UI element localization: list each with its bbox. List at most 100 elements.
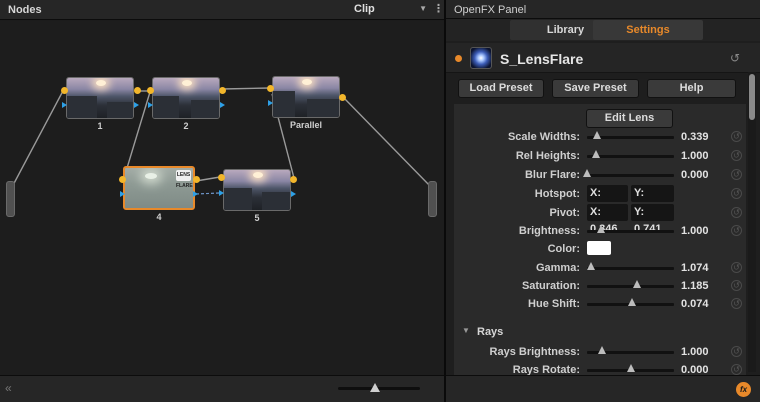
key-output-port[interactable] <box>291 191 296 197</box>
param-value[interactable]: 0.074 <box>681 298 709 310</box>
rays-rotate-slider[interactable] <box>587 364 674 372</box>
output-handle[interactable] <box>428 181 437 217</box>
color-swatch[interactable] <box>587 241 611 255</box>
node-4[interactable]: LENS FLARE <box>123 166 195 210</box>
slider-thumb[interactable] <box>596 225 605 233</box>
output-port[interactable] <box>219 87 226 94</box>
reset-param-icon[interactable]: ↺ <box>731 207 742 218</box>
reset-param-icon[interactable]: ↺ <box>731 262 742 273</box>
key-input-port[interactable] <box>62 102 67 108</box>
param-brightness: Brightness: 1.000 ↺ <box>454 222 746 240</box>
tab-settings[interactable]: Settings <box>593 20 703 40</box>
reset-param-icon[interactable]: ↺ <box>731 346 742 357</box>
clip-dropdown[interactable]: Clip ▼ <box>352 2 430 17</box>
pivot-x-field[interactable]: X: 0.346 <box>587 204 628 235</box>
slider-thumb[interactable] <box>633 280 642 288</box>
key-output-port[interactable] <box>134 102 139 108</box>
brightness-slider[interactable] <box>587 225 674 233</box>
param-hue-shift: Hue Shift: 0.074 ↺ <box>454 295 746 313</box>
param-value[interactable]: 0.000 <box>681 169 709 181</box>
rel-heights-slider[interactable] <box>587 150 674 158</box>
slider-thumb[interactable] <box>628 298 637 306</box>
slider-thumb[interactable] <box>587 262 596 270</box>
node-graph-canvas[interactable]: 1 2 Parallel LENS FLARE 4 5 <box>0 21 444 375</box>
hotspot-x-field[interactable]: X: 0.331 <box>587 185 628 216</box>
reset-param-icon[interactable]: ↺ <box>731 188 742 199</box>
hotspot-y-field[interactable]: Y: 0.673 <box>631 185 674 216</box>
param-saturation: Saturation: 1.185 ↺ <box>454 277 746 295</box>
edit-lens-button[interactable]: Edit Lens <box>586 109 673 128</box>
scrollbar-thumb[interactable] <box>749 74 755 120</box>
param-value[interactable]: 1.000 <box>681 346 709 358</box>
rays-brightness-slider[interactable] <box>587 346 674 354</box>
reset-param-icon[interactable]: ↺ <box>731 298 742 309</box>
blur-flare-slider[interactable] <box>583 169 674 177</box>
input-port[interactable] <box>61 87 68 94</box>
thumbnail-building <box>262 192 290 210</box>
source-input-handle[interactable] <box>6 181 15 217</box>
vertical-ellipsis-icon[interactable]: ⋮ <box>433 2 444 15</box>
slider-thumb[interactable] <box>591 150 600 158</box>
rays-section-header[interactable]: ▼ Rays <box>454 322 746 342</box>
param-value[interactable]: 1.074 <box>681 262 709 274</box>
slider-thumb[interactable] <box>597 346 606 354</box>
node-1-label: 1 <box>97 121 103 131</box>
reset-param-icon[interactable]: ↺ <box>731 131 742 142</box>
output-port[interactable] <box>290 176 297 183</box>
parameters-scrollbar[interactable] <box>748 72 756 372</box>
scale-widths-slider[interactable] <box>587 131 674 139</box>
key-input-port[interactable] <box>219 190 224 196</box>
load-preset-button[interactable]: Load Preset <box>458 79 544 98</box>
param-value[interactable]: 1.000 <box>681 150 709 162</box>
node-4-label: 4 <box>156 212 162 222</box>
output-port[interactable] <box>339 94 346 101</box>
output-port[interactable] <box>193 176 200 183</box>
thumbnail-building <box>224 188 252 210</box>
pivot-y-field[interactable]: Y: 0.741 <box>631 204 674 235</box>
input-port[interactable] <box>119 176 126 183</box>
node-2[interactable] <box>152 77 220 119</box>
param-value[interactable]: 0.339 <box>681 131 709 143</box>
reset-icon[interactable]: ↺ <box>730 51 740 65</box>
openfx-tabs: Library Settings <box>446 19 760 41</box>
input-port[interactable] <box>218 174 225 181</box>
save-preset-button[interactable]: Save Preset <box>552 79 639 98</box>
node-1[interactable] <box>66 77 134 119</box>
node-5[interactable] <box>223 169 291 211</box>
key-input-port[interactable] <box>148 102 153 108</box>
slider-thumb[interactable] <box>626 364 635 372</box>
param-label: Saturation: <box>521 280 580 292</box>
gamma-slider[interactable] <box>587 262 674 270</box>
key-output-port[interactable] <box>220 102 225 108</box>
reset-param-icon[interactable]: ↺ <box>731 280 742 291</box>
help-button[interactable]: Help <box>647 79 736 98</box>
reset-param-icon[interactable]: ↺ <box>731 225 742 236</box>
param-value[interactable]: 1.185 <box>681 280 709 292</box>
param-label: Scale Widths: <box>507 131 580 143</box>
collapse-left-icon[interactable]: « <box>5 381 12 395</box>
hue-shift-slider[interactable] <box>587 298 674 306</box>
node-parallel[interactable] <box>272 76 340 118</box>
key-input-port[interactable] <box>268 100 273 106</box>
thumbnail-building <box>191 100 219 118</box>
slider-thumb[interactable] <box>583 169 591 177</box>
input-port[interactable] <box>147 87 154 94</box>
collapse-triangle-icon[interactable]: ▼ <box>462 326 470 335</box>
zoom-slider[interactable] <box>338 383 420 392</box>
input-port[interactable] <box>267 85 274 92</box>
output-port[interactable] <box>134 87 141 94</box>
param-label: Hue Shift: <box>528 298 580 310</box>
fx-icon[interactable]: fx <box>736 382 751 397</box>
param-value[interactable]: 1.000 <box>681 225 709 237</box>
reset-param-icon[interactable]: ↺ <box>731 150 742 161</box>
zoom-slider-thumb[interactable] <box>369 383 380 392</box>
parameters-list: Edit Lens Scale Widths: 0.339 ↺ Rel Heig… <box>454 104 746 402</box>
reset-param-icon[interactable]: ↺ <box>731 364 742 375</box>
plugin-enable-toggle[interactable] <box>455 55 462 62</box>
key-input-port[interactable] <box>120 191 125 197</box>
saturation-slider[interactable] <box>587 280 674 288</box>
slider-thumb[interactable] <box>593 131 602 139</box>
key-output-port[interactable] <box>193 191 198 197</box>
param-label: Rel Heights: <box>515 150 580 162</box>
reset-param-icon[interactable]: ↺ <box>731 169 742 180</box>
